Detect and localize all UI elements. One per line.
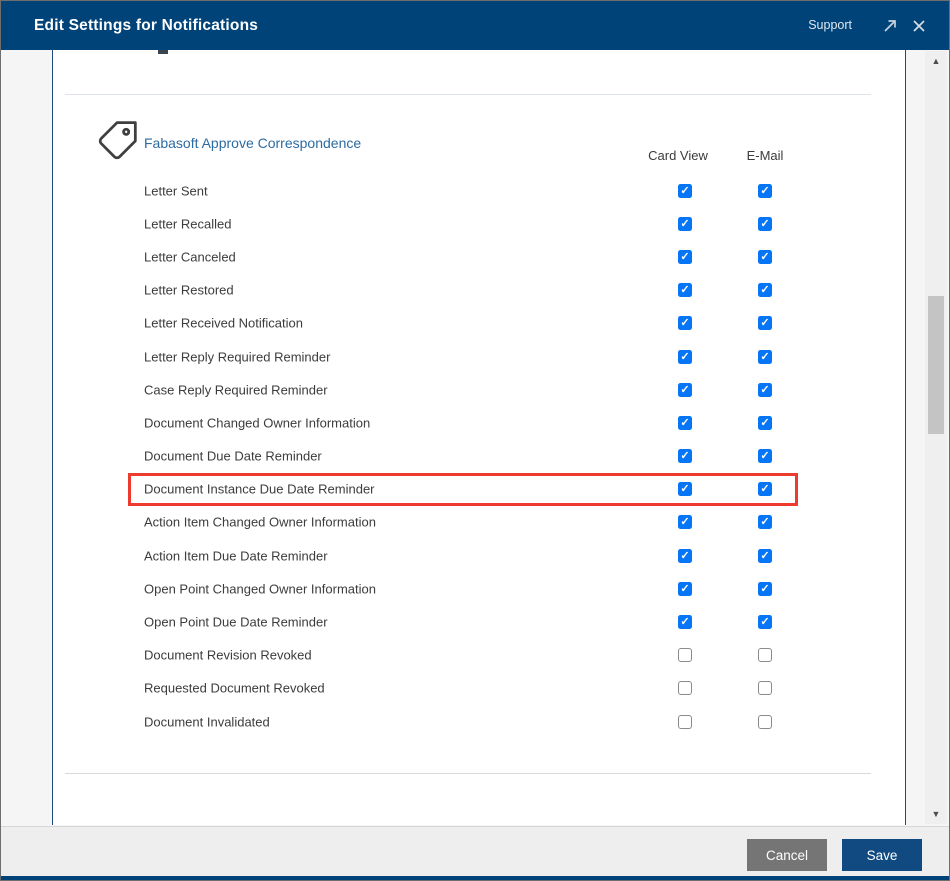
tag-icon bbox=[98, 121, 137, 160]
dialog-title: Edit Settings for Notifications bbox=[34, 17, 259, 34]
email-checkbox[interactable]: ✓ bbox=[758, 449, 772, 464]
card-view-checkbox[interactable]: ✓ bbox=[678, 515, 692, 530]
email-checkbox[interactable]: ✓ bbox=[758, 615, 772, 630]
notification-row: Letter Reply Required Reminder ✓ ✓ bbox=[128, 340, 798, 373]
card-view-checkbox[interactable] bbox=[678, 681, 692, 696]
notification-row-label: Letter Sent bbox=[144, 183, 208, 199]
email-checkbox[interactable]: ✓ bbox=[758, 183, 772, 198]
notification-row-label: Letter Recalled bbox=[144, 216, 232, 232]
notification-row-label: Open Point Changed Owner Information bbox=[144, 581, 376, 597]
column-header-card-view: Card View bbox=[648, 148, 708, 163]
card-view-checkbox[interactable]: ✓ bbox=[678, 415, 692, 430]
email-checkbox[interactable] bbox=[758, 714, 772, 729]
email-checkbox[interactable] bbox=[758, 648, 772, 663]
notification-row-label: Action Item Due Date Reminder bbox=[144, 548, 328, 564]
email-checkbox[interactable]: ✓ bbox=[758, 382, 772, 397]
notification-row-label: Letter Received Notification bbox=[144, 315, 303, 331]
notification-rows: Letter Sent ✓ ✓ Letter Recalled ✓ ✓ Letter Can… bbox=[128, 174, 798, 738]
edit-settings-dialog: Edit Settings for Notifications Support … bbox=[0, 0, 950, 881]
card-view-checkbox[interactable]: ✓ bbox=[678, 216, 692, 231]
scroll-up-icon[interactable]: ▲ bbox=[925, 53, 947, 69]
footer-bar: Cancel Save bbox=[1, 826, 949, 876]
notification-row: Letter Canceled ✓ ✓ bbox=[128, 240, 798, 273]
notification-row-label: Document Changed Owner Information bbox=[144, 415, 371, 431]
notification-row-label: Open Point Due Date Reminder bbox=[144, 614, 328, 630]
card-view-checkbox[interactable]: ✓ bbox=[678, 449, 692, 464]
notification-row-label: Requested Document Revoked bbox=[144, 680, 325, 696]
clipped-scrolled-text-artifact bbox=[158, 50, 168, 54]
card-view-checkbox[interactable]: ✓ bbox=[678, 548, 692, 563]
card-view-checkbox[interactable]: ✓ bbox=[678, 249, 692, 264]
close-icon[interactable] bbox=[911, 18, 927, 34]
card-view-checkbox[interactable]: ✓ bbox=[678, 349, 692, 364]
section-divider-bottom bbox=[65, 773, 871, 774]
vertical-scrollbar[interactable]: ▲ ▼ bbox=[925, 51, 947, 824]
notification-row: Document Invalidated bbox=[128, 705, 798, 738]
card-view-checkbox[interactable]: ✓ bbox=[678, 382, 692, 397]
notification-row: Action Item Changed Owner Information ✓ ✓ bbox=[128, 506, 798, 539]
email-checkbox[interactable]: ✓ bbox=[758, 216, 772, 231]
notification-row: Letter Recalled ✓ ✓ bbox=[128, 207, 798, 240]
save-button[interactable]: Save bbox=[842, 839, 922, 871]
notification-row-label: Case Reply Required Reminder bbox=[144, 382, 328, 398]
notification-row-label: Letter Canceled bbox=[144, 249, 236, 265]
card-view-checkbox[interactable]: ✓ bbox=[678, 581, 692, 596]
notification-row-label: Document Invalidated bbox=[144, 714, 270, 730]
notification-row: Open Point Due Date Reminder ✓ ✓ bbox=[128, 605, 798, 638]
email-checkbox[interactable]: ✓ bbox=[758, 316, 772, 331]
email-checkbox[interactable]: ✓ bbox=[758, 249, 772, 264]
scroll-down-icon[interactable]: ▼ bbox=[925, 806, 947, 822]
notification-row-label: Document Instance Due Date Reminder bbox=[144, 481, 375, 497]
open-in-new-window-icon[interactable] bbox=[882, 18, 898, 34]
notification-row: Letter Received Notification ✓ ✓ bbox=[128, 307, 798, 340]
notification-row: Requested Document Revoked bbox=[128, 672, 798, 705]
column-header-e-mail: E-Mail bbox=[746, 148, 784, 163]
card-view-checkbox[interactable]: ✓ bbox=[678, 316, 692, 331]
card-view-checkbox[interactable] bbox=[678, 714, 692, 729]
notification-row: Letter Restored ✓ ✓ bbox=[128, 274, 798, 307]
email-checkbox[interactable]: ✓ bbox=[758, 548, 772, 563]
scrollbar-thumb[interactable] bbox=[928, 296, 944, 434]
email-checkbox[interactable]: ✓ bbox=[758, 581, 772, 596]
notification-row: Document Changed Owner Information ✓ ✓ bbox=[128, 406, 798, 439]
notification-row-label: Letter Restored bbox=[144, 282, 234, 298]
notification-row: Document Instance Due Date Reminder ✓ ✓ bbox=[128, 472, 798, 506]
notification-row: Document Due Date Reminder ✓ ✓ bbox=[128, 440, 798, 473]
card-view-checkbox[interactable]: ✓ bbox=[678, 283, 692, 298]
notification-row: Document Revision Revoked bbox=[128, 639, 798, 672]
notification-row-label: Document Due Date Reminder bbox=[144, 448, 322, 464]
email-checkbox[interactable]: ✓ bbox=[758, 415, 772, 430]
email-checkbox[interactable]: ✓ bbox=[758, 482, 772, 497]
cancel-button[interactable]: Cancel bbox=[747, 839, 827, 871]
card-view-checkbox[interactable]: ✓ bbox=[678, 482, 692, 497]
notification-row: Letter Sent ✓ ✓ bbox=[128, 174, 798, 207]
titlebar: Edit Settings for Notifications Support bbox=[1, 1, 949, 50]
notification-row: Case Reply Required Reminder ✓ ✓ bbox=[128, 373, 798, 406]
window-bottom-strip bbox=[1, 876, 949, 880]
notification-row-label: Action Item Changed Owner Information bbox=[144, 514, 376, 530]
notification-row-label: Letter Reply Required Reminder bbox=[144, 349, 331, 365]
section-heading-link[interactable]: Fabasoft Approve Correspondence bbox=[144, 135, 361, 151]
email-checkbox[interactable]: ✓ bbox=[758, 349, 772, 364]
email-checkbox[interactable]: ✓ bbox=[758, 283, 772, 298]
section-divider-top bbox=[65, 94, 871, 95]
card-view-checkbox[interactable] bbox=[678, 648, 692, 663]
card-view-checkbox[interactable]: ✓ bbox=[678, 183, 692, 198]
email-checkbox[interactable] bbox=[758, 681, 772, 696]
email-checkbox[interactable]: ✓ bbox=[758, 515, 772, 530]
support-link[interactable]: Support bbox=[808, 1, 852, 50]
notification-row: Action Item Due Date Reminder ✓ ✓ bbox=[128, 539, 798, 572]
notification-row-label: Document Revision Revoked bbox=[144, 647, 312, 663]
notification-row: Open Point Changed Owner Information ✓ ✓ bbox=[128, 572, 798, 605]
card-view-checkbox[interactable]: ✓ bbox=[678, 615, 692, 630]
